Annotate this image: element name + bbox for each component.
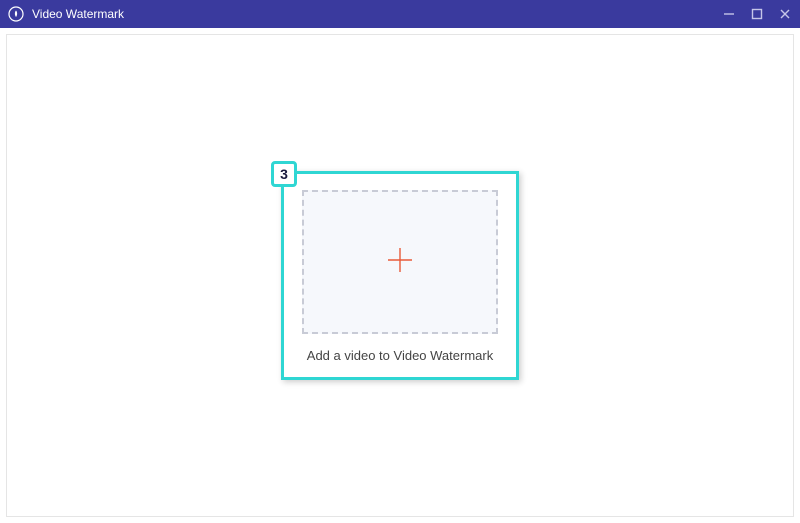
- dropzone-label: Add a video to Video Watermark: [302, 348, 498, 363]
- plus-icon: [384, 244, 416, 281]
- app-icon: [8, 6, 24, 22]
- window-controls: [722, 7, 792, 21]
- tutorial-highlight: 3 Add a video to Video Watermark: [281, 171, 519, 380]
- minimize-icon: [723, 8, 735, 20]
- add-video-dropzone[interactable]: [302, 190, 498, 334]
- titlebar: Video Watermark: [0, 0, 800, 28]
- close-button[interactable]: [778, 7, 792, 21]
- content-area: 3 Add a video to Video Watermark: [6, 34, 794, 517]
- app-title: Video Watermark: [32, 7, 722, 21]
- close-icon: [779, 8, 791, 20]
- app-window: Video Watermark 3: [0, 0, 800, 523]
- maximize-button[interactable]: [750, 7, 764, 21]
- tutorial-step-badge: 3: [271, 161, 297, 187]
- maximize-icon: [751, 8, 763, 20]
- minimize-button[interactable]: [722, 7, 736, 21]
